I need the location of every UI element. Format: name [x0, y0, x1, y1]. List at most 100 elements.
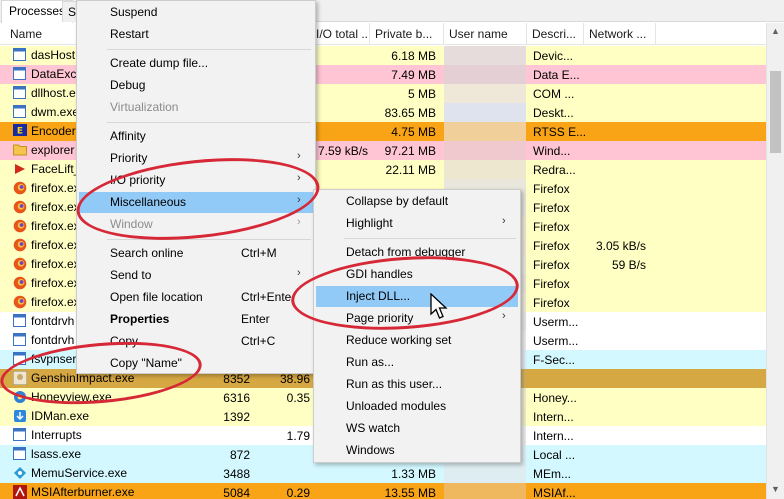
description-cell: Honey... — [533, 391, 577, 405]
description-cell: Deskt... — [533, 106, 574, 120]
firefox-icon — [12, 276, 27, 291]
private-bytes-cell: 97.21 MB — [384, 144, 436, 158]
description-cell: F-Sec... — [533, 353, 576, 367]
redacted-user-name — [444, 103, 526, 122]
menu-item-ws-watch[interactable]: WS watch — [316, 418, 518, 439]
process-name: Honeyview.exe — [31, 390, 112, 404]
column-header-user-name[interactable]: User name — [444, 23, 527, 45]
menu-item-shortcut: Ctrl+M — [241, 246, 277, 260]
menu-item-run-as-this-user[interactable]: Run as this user... — [316, 374, 518, 395]
menu-item-properties[interactable]: Properties Enter — [79, 309, 313, 330]
menu-item-run-as[interactable]: Run as... — [316, 352, 518, 373]
private-bytes-cell: 5 MB — [407, 87, 436, 101]
vertical-scrollbar[interactable]: ▲ ▼ — [766, 23, 784, 499]
io-total-cell — [314, 122, 368, 141]
cpu-cell: 0.35 — [286, 391, 310, 405]
menu-item-restart[interactable]: Restart — [79, 24, 313, 45]
menu-item-send-to[interactable]: Send to › — [79, 265, 313, 286]
private-bytes-cell: 1.33 MB — [391, 467, 436, 481]
menu-item-detach-from-debugger[interactable]: Detach from debugger — [316, 242, 518, 263]
menu-item-priority[interactable]: Priority › — [79, 148, 313, 169]
menu-item-i-o-priority[interactable]: I/O priority › — [79, 170, 313, 191]
io-total-cell — [314, 483, 368, 499]
menu-item-open-file-location[interactable]: Open file location Ctrl+Ente — [79, 287, 313, 308]
menu-item-unloaded-modules[interactable]: Unloaded modules — [316, 396, 518, 417]
submenu-arrow-icon: › — [297, 216, 301, 228]
cpu-cell: 1.79 — [286, 429, 310, 443]
menu-item-label: Reduce working set — [346, 333, 452, 347]
menu-item-gdi-handles[interactable]: GDI handles — [316, 264, 518, 285]
process-name: firefox.ex — [31, 257, 80, 271]
facelift-icon — [12, 162, 27, 177]
menu-item-window: Window › — [79, 214, 313, 235]
menu-item-label: Collapse by default — [346, 194, 449, 208]
mouse-cursor-icon — [430, 293, 448, 319]
process-name: firefox.ex — [31, 238, 80, 252]
description-cell: Firefox — [533, 220, 570, 234]
scroll-thumb[interactable] — [770, 71, 781, 153]
column-header-private-bytes[interactable]: Private b... — [370, 23, 444, 45]
submenu-arrow-icon: › — [297, 150, 301, 162]
firefox-icon — [12, 200, 27, 215]
network-cell — [584, 426, 650, 445]
process-name: firefox.ex — [31, 295, 80, 309]
description-cell: Redra... — [533, 163, 576, 177]
column-header-description[interactable]: Descri... — [527, 23, 584, 45]
process-name: dasHost — [31, 48, 76, 62]
cpu-cell: 0.29 — [286, 486, 310, 499]
redacted-user-name — [444, 160, 526, 179]
menu-separator — [344, 238, 516, 239]
menu-item-windows[interactable]: Windows — [316, 440, 518, 461]
network-cell — [584, 84, 650, 103]
network-cell — [584, 160, 650, 179]
network-cell — [584, 65, 650, 84]
network-cell: 3.05 kB/s — [595, 239, 646, 253]
column-header-network[interactable]: Network ... — [584, 23, 656, 45]
svg-text:E: E — [16, 127, 22, 137]
menu-item-label: Restart — [110, 27, 149, 41]
menu-item-copy-name[interactable]: Copy "Name" — [79, 353, 313, 374]
window-icon — [12, 428, 27, 443]
process-name: Interrupts — [31, 428, 82, 442]
menu-item-miscellaneous[interactable]: Miscellaneous › — [79, 192, 313, 213]
menu-item-copy[interactable]: Copy Ctrl+C — [79, 331, 313, 352]
miscellaneous-submenu: Collapse by default Highlight › Detach from… — [313, 189, 521, 463]
menu-item-create-dump-file[interactable]: Create dump file... — [79, 53, 313, 74]
network-cell — [584, 369, 650, 388]
menu-item-search-online[interactable]: Search online Ctrl+M — [79, 243, 313, 264]
menu-item-affinity[interactable]: Affinity — [79, 126, 313, 147]
menu-item-collapse-by-default[interactable]: Collapse by default — [316, 191, 518, 212]
table-row[interactable]: MSIAfterburner.exe 5084 0.29 13.55 MB MSIAf.… — [0, 483, 766, 499]
menu-separator — [107, 49, 311, 50]
menu-item-label: Open file location — [110, 290, 203, 304]
io-total-cell — [314, 103, 368, 122]
menu-item-reduce-working-set[interactable]: Reduce working set — [316, 330, 518, 351]
menu-separator — [107, 239, 311, 240]
menu-item-debug[interactable]: Debug — [79, 75, 313, 96]
network-cell — [584, 293, 650, 312]
description-cell: MSIAf... — [533, 486, 576, 499]
submenu-arrow-icon: › — [297, 172, 301, 184]
menu-item-page-priority[interactable]: Page priority › — [316, 308, 518, 329]
column-header-io-total[interactable]: I/O total ... — [316, 23, 370, 45]
description-cell: COM ... — [533, 87, 575, 101]
menu-item-inject-dll[interactable]: Inject DLL... — [316, 286, 518, 307]
process-name: fontdrvh — [31, 333, 75, 347]
table-row[interactable]: MemuService.exe 3488 1.33 MB MEm... — [0, 464, 766, 483]
description-cell: RTSS E... — [533, 125, 585, 139]
private-bytes-cell: 7.49 MB — [391, 68, 436, 82]
menu-item-label: WS watch — [346, 421, 401, 435]
menu-item-highlight[interactable]: Highlight › — [316, 213, 518, 234]
process-name: lsass.exe — [31, 447, 82, 461]
process-name: fsvpnser — [31, 352, 77, 366]
process-name: firefox.ex — [31, 276, 80, 290]
msi-icon — [12, 485, 27, 499]
menu-item-suspend[interactable]: Suspend — [79, 2, 313, 23]
scroll-up-arrow-icon[interactable]: ▲ — [767, 23, 784, 40]
scroll-down-arrow-icon[interactable]: ▼ — [767, 481, 784, 498]
pid-cell: 6316 — [223, 391, 250, 405]
process-name: dwm.exe — [31, 105, 80, 119]
network-cell — [584, 407, 650, 426]
firefox-icon — [12, 257, 27, 272]
folder-icon — [12, 143, 27, 158]
